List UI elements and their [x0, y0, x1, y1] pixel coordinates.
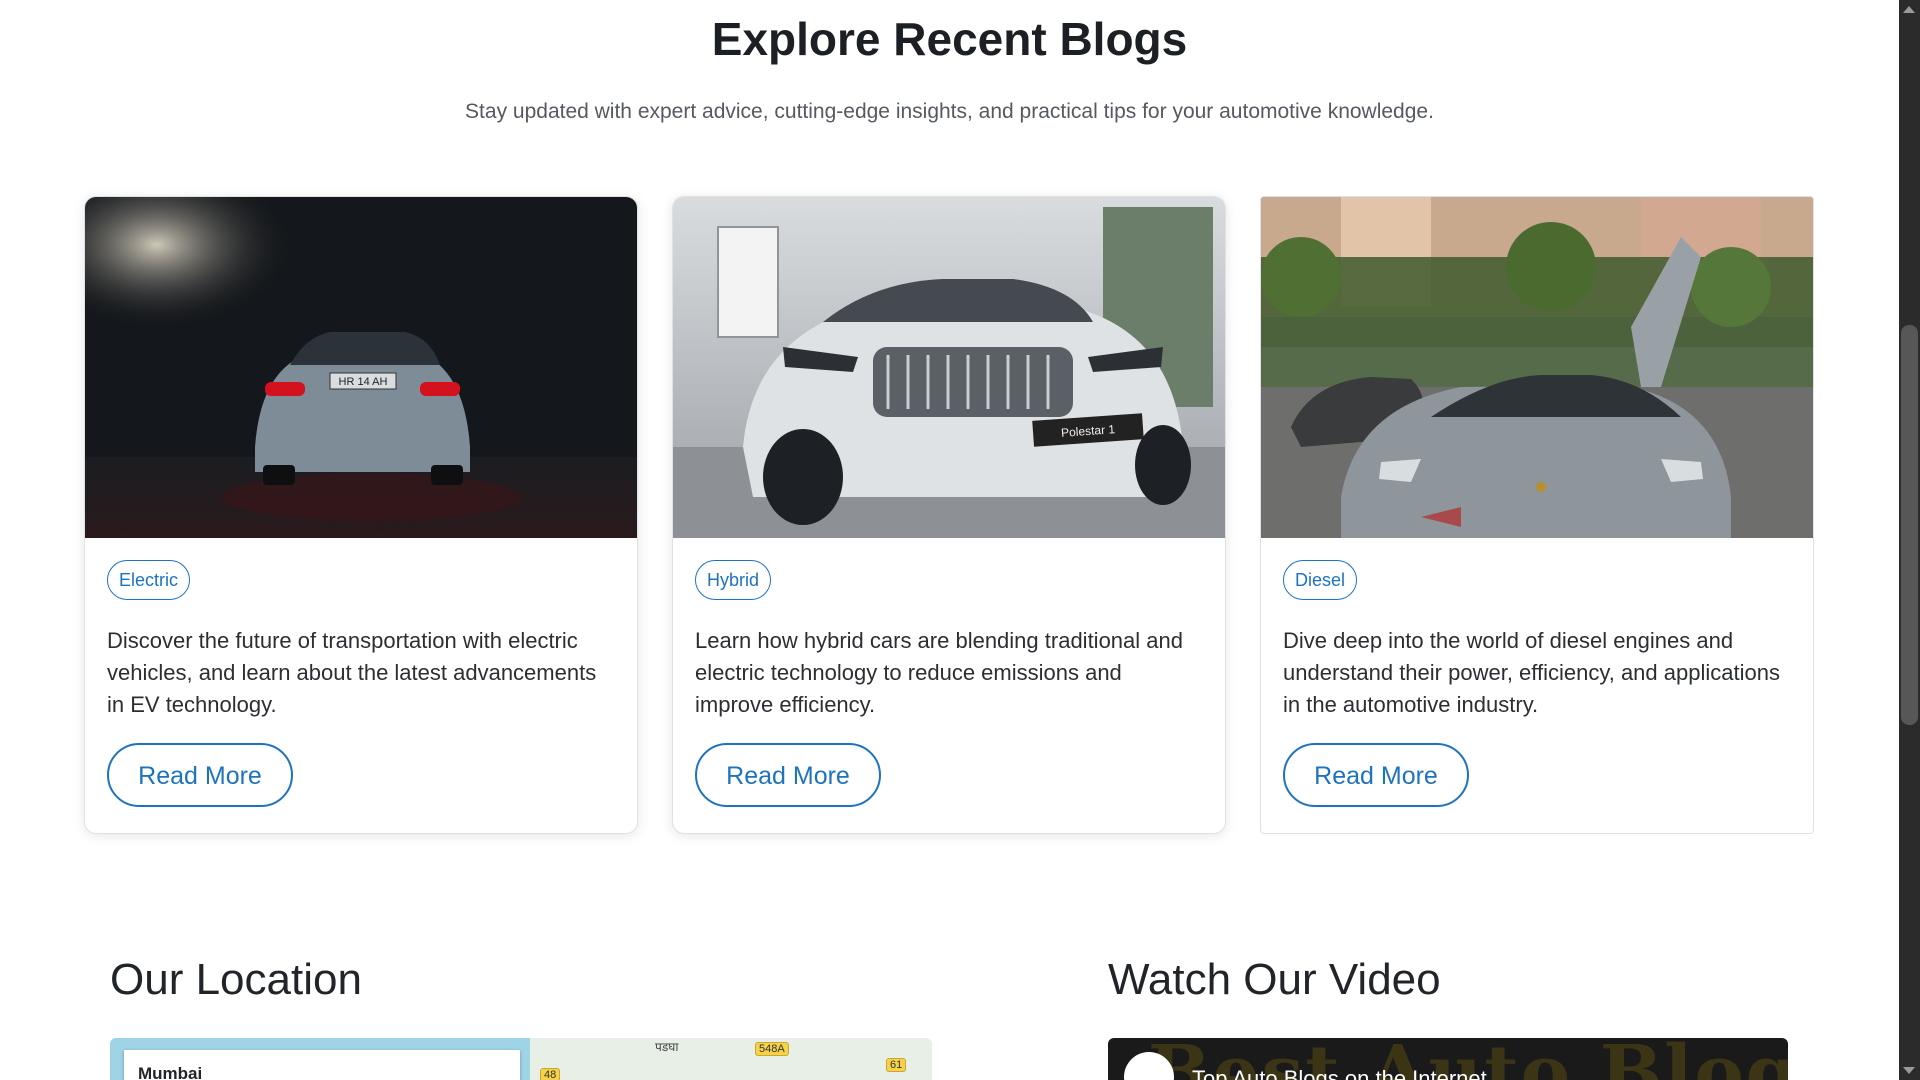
blog-card-hybrid: Polestar 1 Hybrid Learn how hybrid cars …	[672, 196, 1226, 834]
card-description: Learn how hybrid cars are blending tradi…	[695, 628, 1183, 717]
map-place-card[interactable]: Mumbai	[124, 1050, 520, 1080]
video-embed[interactable]: Best Auto Blogs Top Auto Blogs on the In…	[1108, 1038, 1788, 1080]
blog-image-hybrid[interactable]: Polestar 1	[673, 197, 1225, 538]
blog-image-electric[interactable]: HR 14 AH	[85, 197, 637, 538]
scroll-down-arrow-icon[interactable]	[1903, 1067, 1915, 1074]
card-description: Discover the future of transportation wi…	[107, 628, 597, 717]
map-embed[interactable]: Mumbai पडघा 548A 61 48	[110, 1038, 932, 1080]
road-shield: 548A	[755, 1042, 789, 1056]
page-scrollbar[interactable]	[1899, 0, 1920, 1080]
map-place-name: Mumbai	[138, 1064, 203, 1080]
blog-card-diesel: Diesel Dive deep into the world of diese…	[1260, 196, 1814, 834]
scroll-up-arrow-icon[interactable]	[1903, 6, 1915, 13]
road-shield: 61	[886, 1058, 907, 1072]
blog-image-diesel[interactable]	[1261, 197, 1813, 538]
tag-hybrid[interactable]: Hybrid	[695, 560, 772, 600]
read-more-button[interactable]: Read More	[1283, 743, 1469, 807]
read-more-button[interactable]: Read More	[107, 743, 293, 807]
blog-card-electric: HR 14 AH Electric Discover the future of…	[84, 196, 638, 834]
hybrid-car-image: Polestar 1	[673, 197, 1225, 538]
location-heading: Our Location	[110, 955, 362, 1004]
map-label: पडघा	[655, 1040, 679, 1054]
video-heading: Watch Our Video	[1108, 955, 1441, 1004]
video-title[interactable]: Top Auto Blogs on the Internet	[1192, 1066, 1487, 1080]
card-description: Dive deep into the world of diesel engin…	[1283, 628, 1780, 717]
section-subtitle: Stay updated with expert advice, cutting…	[465, 100, 1434, 123]
section-title: Explore Recent Blogs	[711, 13, 1188, 65]
scrollbar-thumb[interactable]	[1901, 325, 1918, 725]
tag-electric[interactable]: Electric	[107, 560, 191, 600]
license-plate: HR 14 AH	[339, 376, 388, 388]
electric-car-image: HR 14 AH	[85, 197, 637, 538]
diesel-car-image	[1261, 197, 1813, 538]
page: Explore Recent Blogs Stay updated with e…	[0, 0, 1899, 1080]
tag-diesel[interactable]: Diesel	[1283, 560, 1358, 600]
read-more-button[interactable]: Read More	[695, 743, 881, 807]
road-shield: 48	[540, 1068, 561, 1080]
